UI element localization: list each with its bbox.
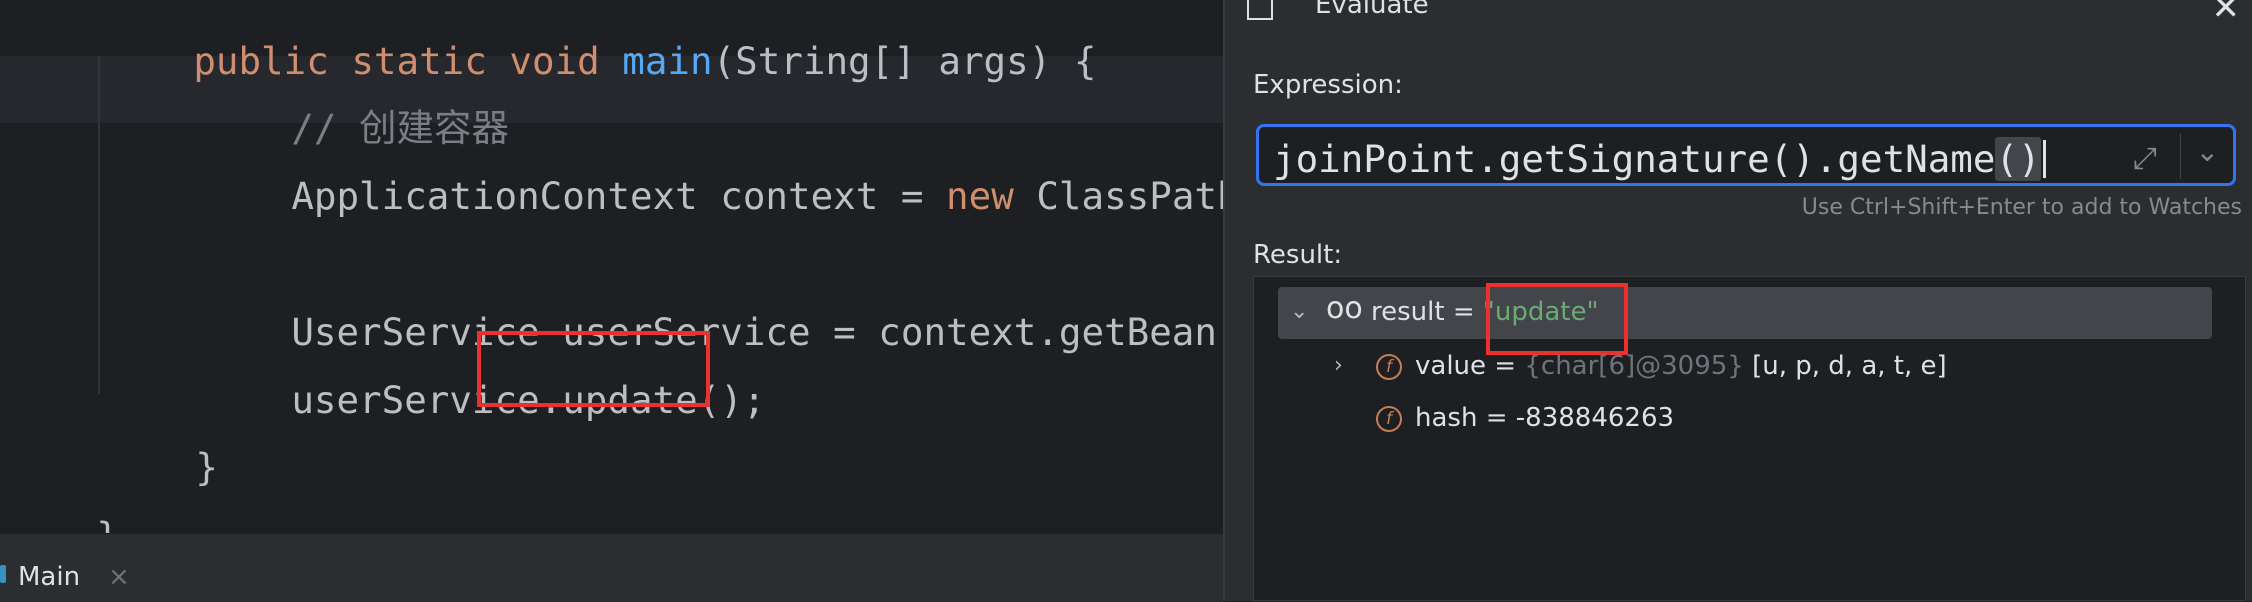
evaluate-dialog: Evaluate ✕ Expression: joinPoint.getSign…	[1223, 0, 2252, 601]
matched-parens: ()	[1995, 137, 2041, 181]
annotation-highlight-box	[477, 331, 710, 407]
expression-label: Expression:	[1253, 70, 1403, 100]
chevron-down-icon[interactable]: ⌄	[2196, 135, 2219, 168]
field-name: value	[1415, 351, 1487, 381]
chevron-down-icon[interactable]: ⌄	[1290, 299, 1308, 324]
expression-input[interactable]: joinPoint.getSignature().getName() ⤢ ⌄	[1256, 124, 2236, 186]
code-text: ClassPathX	[1036, 173, 1223, 218]
tree-row-value[interactable]: value = {char[6]@3095} [u, p, d, a, t, e…	[1415, 351, 1947, 381]
tree-row-hash[interactable]: hash = -838846263	[1415, 403, 1674, 433]
editor-tab-bar	[0, 533, 1223, 602]
field-value: [u, p, d, a, t, e]	[1743, 351, 1947, 381]
field-icon: f	[1376, 406, 1402, 432]
result-eq: =	[1444, 297, 1483, 327]
expression-text[interactable]: joinPoint.getSignature().getName()	[1273, 137, 2046, 181]
code-line-close-class: }	[6, 480, 119, 533]
field-type: {char[6]@3095}	[1524, 351, 1744, 381]
java-file-icon	[0, 565, 6, 583]
field-eq: =	[1477, 403, 1516, 433]
tab-close-icon[interactable]: ×	[108, 562, 130, 592]
result-name: result	[1371, 297, 1445, 327]
close-icon[interactable]: ✕	[2212, 0, 2241, 28]
code-line-context: ApplicationContext context = new ClassPa…	[201, 140, 1223, 253]
field-value: -838846263	[1515, 403, 1675, 433]
field-name: hash	[1415, 403, 1478, 433]
dialog-title: Evaluate	[1315, 0, 1429, 20]
code-brace: }	[195, 444, 218, 489]
code-line-close-method: }	[105, 411, 218, 524]
text-caret	[2042, 140, 2046, 178]
field-icon: f	[1376, 354, 1402, 380]
chevron-right-icon[interactable]: ›	[1334, 353, 1343, 378]
code-keyword: new	[946, 173, 1014, 218]
editor-tab-main[interactable]: Main	[18, 562, 80, 592]
watches-hint: Use Ctrl+Shift+Enter to add to Watches	[1801, 195, 2242, 220]
indent-guide	[98, 56, 100, 394]
result-label: Result:	[1253, 240, 1343, 270]
expand-icon[interactable]: ⤢	[2133, 141, 2157, 176]
code-editor[interactable]: public static void main(String[] args) {…	[0, 0, 1223, 533]
annotation-highlight-box	[1486, 283, 1628, 355]
code-method-name: main	[622, 38, 713, 83]
field-eq: =	[1486, 351, 1525, 381]
expression-value: joinPoint.getSignature().getName	[1273, 137, 1996, 181]
code-text: ApplicationContext context =	[291, 173, 947, 218]
code-brace: }	[96, 514, 119, 533]
code-text: (String[] args) {	[712, 38, 1097, 83]
divider	[2180, 133, 2181, 179]
result-tree[interactable]: ⌄ oo result = "update" › f value = {char…	[1253, 276, 2246, 601]
evaluate-icon	[1247, 0, 1273, 20]
glasses-icon: oo	[1326, 291, 1363, 326]
